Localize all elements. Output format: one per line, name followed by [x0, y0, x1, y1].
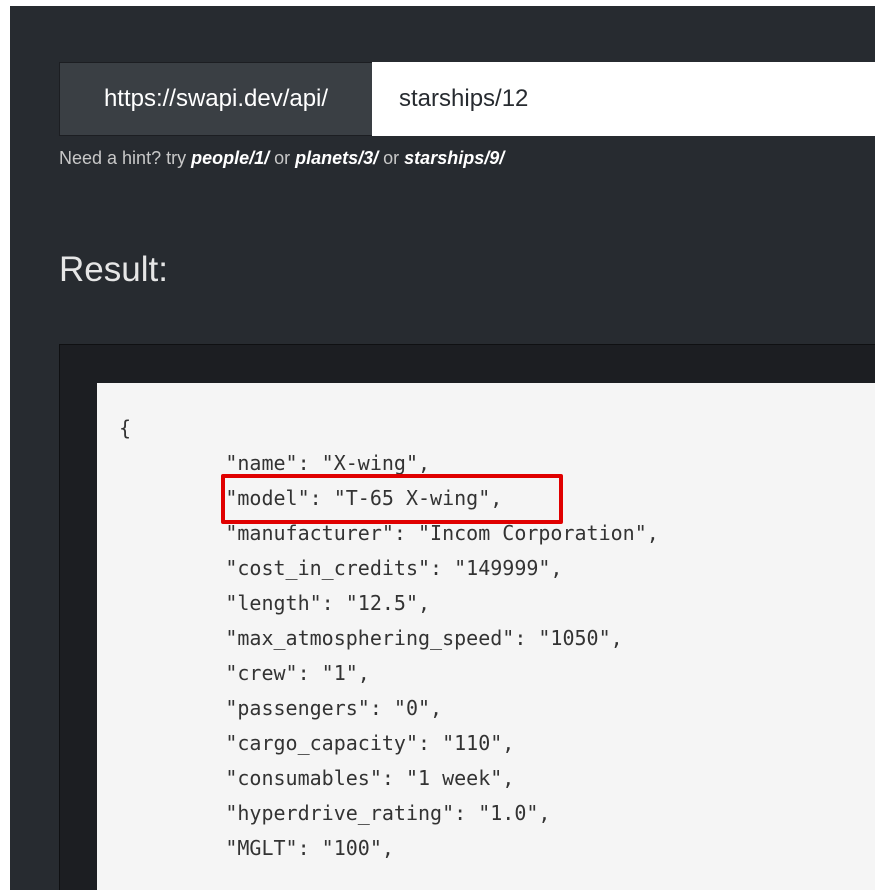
hint-link-people[interactable]: people/1/	[191, 148, 269, 168]
json-line: "crew": "1",	[129, 661, 370, 685]
top-border	[0, 0, 875, 6]
hint-separator: or	[269, 148, 296, 168]
json-line: "MGLT": "100",	[129, 836, 394, 860]
json-line: "max_atmosphering_speed": "1050",	[129, 626, 623, 650]
hint-lead: Need a hint? try	[59, 148, 192, 168]
result-json[interactable]: { "name": "X-wing", "model": "T-65 X-win…	[97, 383, 875, 890]
hint-link-starships[interactable]: starships/9/	[404, 148, 504, 168]
hint-text: Need a hint? try people/1/ or planets/3/…	[59, 148, 504, 169]
json-line: "cargo_capacity": "110",	[129, 731, 515, 755]
url-prefix-addon: https://swapi.dev/api/	[59, 62, 372, 136]
json-line: "passengers": "0",	[129, 696, 443, 720]
hint-separator: or	[378, 148, 405, 168]
json-line: "cost_in_credits": "149999",	[129, 556, 563, 580]
json-line: "length": "12.5",	[129, 591, 431, 615]
hint-link-planets[interactable]: planets/3/	[295, 148, 378, 168]
json-line: "hyperdrive_rating": "1.0",	[129, 801, 551, 825]
url-bar: https://swapi.dev/api/	[59, 62, 875, 136]
result-heading: Result:	[59, 250, 168, 289]
left-border	[0, 0, 10, 890]
model-highlight-annotation	[221, 474, 563, 524]
json-line: "manufacturer": "Incom Corporation",	[129, 521, 659, 545]
json-line: {	[119, 416, 132, 440]
url-path-input[interactable]	[372, 62, 875, 136]
json-line: "name": "X-wing",	[129, 451, 431, 475]
json-line: "consumables": "1 week",	[129, 766, 515, 790]
